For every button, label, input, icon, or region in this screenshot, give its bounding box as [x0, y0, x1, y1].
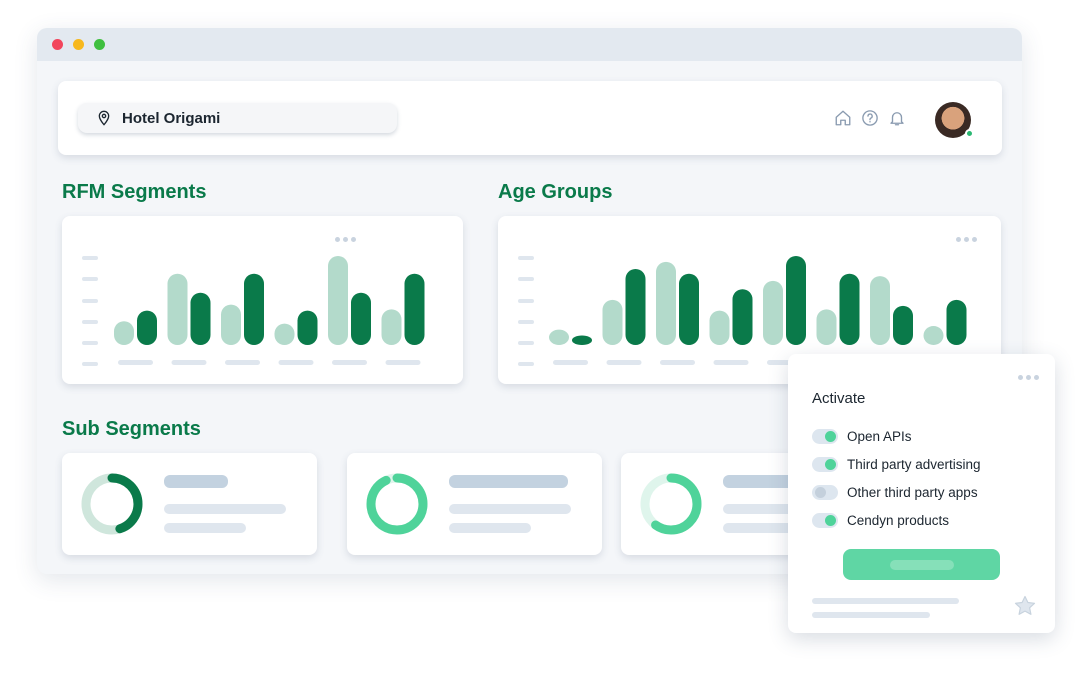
bar [351, 292, 371, 345]
location-pin-icon [98, 110, 110, 126]
online-status-indicator [965, 129, 974, 138]
rfm-segments-chart-card [62, 216, 463, 384]
bar [328, 255, 348, 345]
bar [137, 310, 157, 345]
bar [786, 255, 806, 345]
bar [870, 276, 890, 345]
donut-chart [366, 473, 428, 535]
option-other-third-party-apps[interactable]: Other third party apps [812, 483, 978, 501]
option-label: Open APIs [847, 428, 912, 444]
x-tick-label [332, 360, 367, 365]
donut-progress [366, 473, 428, 535]
y-tick-label [82, 320, 98, 324]
bell-icon[interactable] [888, 109, 906, 127]
bar [839, 273, 860, 345]
maximize-window-button[interactable] [94, 39, 105, 50]
toggle-switch[interactable] [812, 428, 838, 444]
x-tick-label [606, 360, 642, 365]
y-tick-label [82, 341, 98, 345]
y-tick-label [518, 341, 534, 345]
x-tick-label [225, 360, 260, 365]
toggle-switch[interactable] [812, 484, 838, 500]
option-third-party-advertising[interactable]: Third party advertising [812, 455, 981, 473]
activate-panel: Activate Open APIs Third party advertisi… [788, 354, 1055, 633]
bar [656, 261, 676, 345]
bar [893, 305, 913, 345]
x-tick-label [118, 360, 153, 365]
title-bar [37, 28, 1022, 61]
rfm-bar-chart [82, 255, 425, 366]
placeholder-line [812, 612, 930, 618]
star-icon[interactable] [1013, 594, 1037, 618]
y-tick-label [82, 256, 98, 260]
placeholder-line [812, 598, 959, 604]
placeholder-line [449, 504, 571, 514]
bar [732, 289, 753, 345]
home-icon[interactable] [834, 109, 852, 127]
location-selector[interactable]: Hotel Origami [78, 103, 397, 133]
bar [763, 280, 783, 345]
bar [602, 299, 623, 345]
bar [274, 323, 295, 345]
minimize-window-button[interactable] [73, 39, 84, 50]
bar [709, 310, 730, 345]
more-options-icon[interactable] [1018, 375, 1039, 380]
bar [244, 273, 264, 345]
option-cendyn-products[interactable]: Cendyn products [812, 511, 949, 529]
sub-segments-title: Sub Segments [62, 418, 201, 440]
bar [572, 335, 592, 345]
sub-segment-card[interactable] [62, 453, 317, 555]
placeholder-title [449, 475, 568, 488]
toggle-switch[interactable] [812, 512, 838, 528]
placeholder-title [164, 475, 228, 488]
user-avatar[interactable] [935, 102, 974, 138]
close-window-button[interactable] [52, 39, 63, 50]
bar [114, 321, 134, 345]
bar [297, 310, 318, 345]
x-tick-label [713, 360, 749, 365]
sub-segment-card[interactable] [347, 453, 602, 555]
x-tick-label [553, 360, 588, 365]
location-label: Hotel Origami [122, 109, 221, 127]
bar [381, 309, 402, 345]
top-header: Hotel Origami [58, 81, 1002, 155]
y-tick-label [518, 320, 534, 324]
x-tick-label [278, 360, 314, 365]
y-tick-label [518, 299, 534, 303]
bar [404, 273, 425, 345]
bar [221, 304, 241, 345]
x-tick-label [171, 360, 207, 365]
bar [167, 273, 188, 345]
y-tick-label [518, 277, 534, 281]
y-tick-label [518, 256, 534, 260]
x-tick-label [660, 360, 695, 365]
option-label: Other third party apps [847, 484, 978, 500]
activate-title: Activate [812, 390, 866, 407]
bar [679, 273, 699, 345]
toggle-switch[interactable] [812, 456, 838, 472]
placeholder-line [449, 523, 531, 533]
y-tick-label [82, 299, 98, 303]
option-label: Third party advertising [847, 456, 981, 472]
bar [625, 269, 646, 345]
option-open-apis[interactable]: Open APIs [812, 427, 912, 445]
y-tick-label [82, 277, 98, 281]
bar [816, 309, 837, 345]
rfm-segments-title: RFM Segments [62, 181, 207, 203]
bar [549, 329, 569, 345]
donut-chart [81, 473, 143, 535]
donut-chart [640, 473, 702, 535]
placeholder-line [164, 523, 246, 533]
activate-button[interactable] [843, 549, 1000, 580]
bar [946, 299, 967, 345]
placeholder-line [164, 504, 286, 514]
x-tick-label [385, 360, 421, 365]
y-tick-label [82, 362, 98, 366]
bar [923, 326, 944, 345]
option-label: Cendyn products [847, 512, 950, 528]
age-groups-title: Age Groups [498, 181, 613, 203]
y-tick-label [518, 362, 534, 366]
help-icon[interactable] [861, 109, 879, 127]
bar [190, 292, 211, 345]
